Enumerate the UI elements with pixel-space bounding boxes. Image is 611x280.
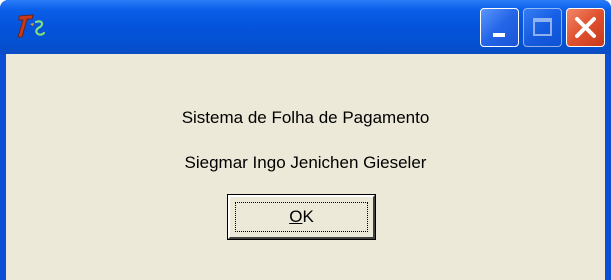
minimize-icon bbox=[493, 33, 505, 37]
close-button[interactable] bbox=[566, 8, 605, 47]
system-name-label: Sistema de Folha de Pagamento bbox=[181, 108, 430, 127]
maximize-icon bbox=[533, 18, 552, 36]
title-bar[interactable] bbox=[0, 0, 611, 54]
ok-mnemonic: O bbox=[289, 207, 303, 226]
minimize-button[interactable] bbox=[480, 8, 519, 47]
app-logo-icon bbox=[17, 14, 46, 38]
dialog-body: Sistema de Folha de Pagamento Siegmar In… bbox=[6, 54, 605, 280]
ok-button[interactable]: OK bbox=[228, 195, 375, 239]
ok-label-rest: K bbox=[302, 207, 314, 226]
about-dialog-window: Sistema de Folha de Pagamento Siegmar In… bbox=[0, 0, 611, 280]
author-name-label: Siegmar Ingo Jenichen Gieseler bbox=[184, 153, 427, 172]
ok-button-focus-rect: OK bbox=[235, 202, 368, 232]
ok-button-label: OK bbox=[289, 207, 314, 227]
maximize-button[interactable] bbox=[523, 8, 562, 47]
close-icon bbox=[575, 17, 596, 38]
window-controls bbox=[480, 8, 605, 48]
